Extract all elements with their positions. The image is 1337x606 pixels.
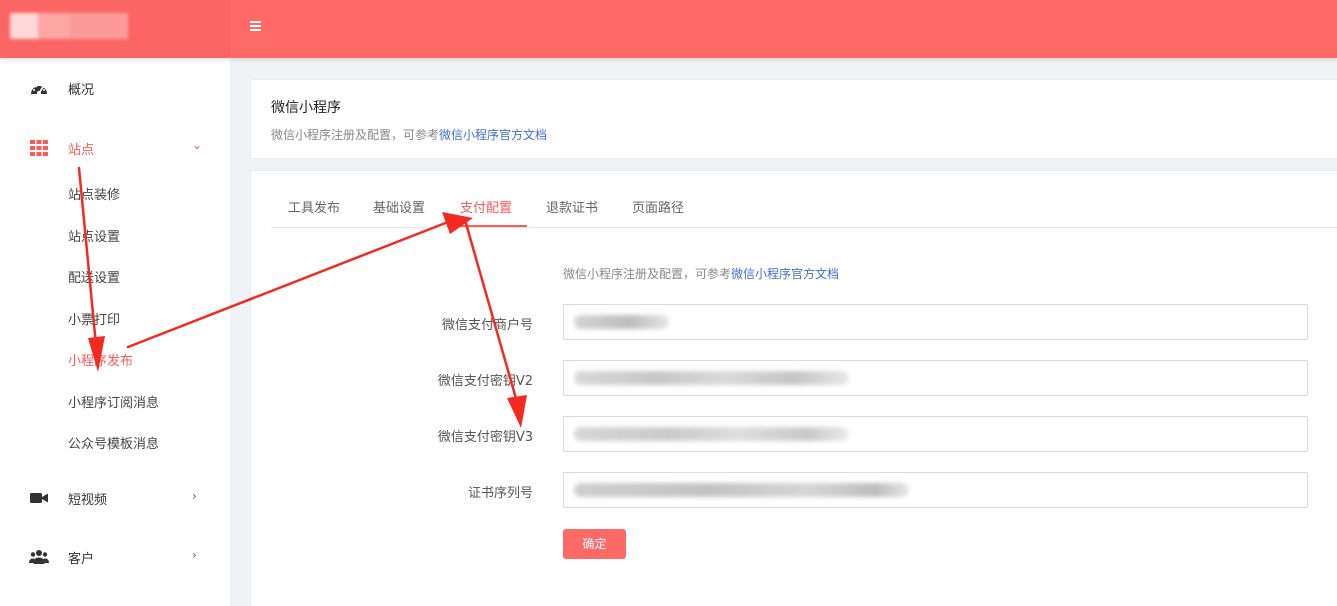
sidebar-item-label: 站点: [68, 143, 95, 158]
tab-bar: 工具发布 基础设置 支付配置 退款证书 页面路径: [271, 171, 1337, 228]
active-tab-indicator: [447, 225, 527, 227]
official-docs-link[interactable]: 微信小程序官方文档: [439, 128, 547, 142]
sidebar-item-site[interactable]: 站点 ⌄: [0, 128, 230, 168]
sidebar: 概况 站点 ⌄ 站点装修 站点设置 配送设置 小票打印 小程序发布 小程序订阅消…: [0, 58, 230, 606]
sidebar-item-label: 短视频: [68, 493, 108, 508]
sidebar-item-label: 概况: [68, 83, 95, 98]
sidebar-subitem-receipt-printing[interactable]: 小票打印: [68, 309, 120, 328]
api-key-v3-input[interactable]: [563, 416, 1308, 452]
page-header-card: 微信小程序 微信小程序注册及配置，可参考微信小程序官方文档: [250, 79, 1337, 159]
settings-card: 工具发布 基础设置 支付配置 退款证书 页面路径 微信小程序注册及配置，可参考微…: [250, 170, 1337, 606]
redacted-value: [574, 427, 849, 441]
sidebar-subitem-site-settings[interactable]: 站点设置: [68, 226, 120, 245]
api-key-v2-label: 微信支付密钥V2: [437, 374, 533, 389]
form-hint-text: 微信小程序注册及配置，可参考: [563, 267, 732, 281]
merchant-id-input[interactable]: [563, 304, 1308, 340]
sidebar-item-customers[interactable]: 客户 ›: [0, 537, 230, 577]
top-bar: [0, 0, 1337, 58]
sidebar-subitem-official-account-template[interactable]: 公众号模板消息: [68, 433, 159, 452]
dashboard-icon: [31, 85, 47, 95]
sidebar-item-overview[interactable]: 概况: [0, 68, 230, 108]
tab-tool-publish[interactable]: 工具发布: [288, 197, 340, 216]
tab-refund-certificate[interactable]: 退款证书: [546, 197, 598, 216]
logo[interactable]: [10, 13, 128, 39]
page-description-text: 微信小程序注册及配置，可参考: [271, 128, 440, 142]
redacted-value: [574, 315, 669, 329]
sidebar-item-label: 客户: [68, 552, 95, 567]
hamburger-icon[interactable]: [250, 21, 262, 33]
chevron-down-icon: ⌄: [192, 138, 203, 152]
tab-basic-settings[interactable]: 基础设置: [373, 197, 425, 216]
api-key-v2-input[interactable]: [563, 360, 1308, 396]
cert-serial-input[interactable]: [563, 472, 1308, 508]
sidebar-subitem-site-decoration[interactable]: 站点装修: [68, 184, 120, 203]
page-title: 微信小程序: [271, 100, 341, 116]
video-camera-icon: [30, 493, 48, 503]
form-hint: 微信小程序注册及配置，可参考微信小程序官方文档: [563, 265, 839, 282]
redacted-value: [574, 371, 849, 385]
users-icon: [29, 550, 49, 564]
form-official-docs-link[interactable]: 微信小程序官方文档: [731, 267, 839, 281]
tab-payment-config[interactable]: 支付配置: [460, 197, 512, 216]
chevron-right-icon: ›: [192, 489, 197, 503]
chevron-right-icon: ›: [192, 548, 197, 562]
merchant-id-label: 微信支付商户号: [441, 318, 533, 333]
api-key-v3-label: 微信支付密钥V3: [437, 430, 533, 445]
page-description: 微信小程序注册及配置，可参考微信小程序官方文档: [271, 126, 547, 143]
grid-icon: [30, 140, 48, 156]
sidebar-subitem-delivery-settings[interactable]: 配送设置: [68, 267, 120, 286]
logo-area: [0, 0, 230, 58]
sidebar-subitem-miniprogram-publish[interactable]: 小程序发布: [68, 350, 133, 369]
submit-button[interactable]: 确定: [563, 529, 626, 559]
redacted-value: [574, 483, 909, 497]
cert-serial-label: 证书序列号: [467, 486, 533, 501]
sidebar-subitem-miniprogram-subscription[interactable]: 小程序订阅消息: [68, 392, 159, 411]
sidebar-item-short-video[interactable]: 短视频 ›: [0, 478, 230, 518]
tab-page-path[interactable]: 页面路径: [632, 197, 684, 216]
